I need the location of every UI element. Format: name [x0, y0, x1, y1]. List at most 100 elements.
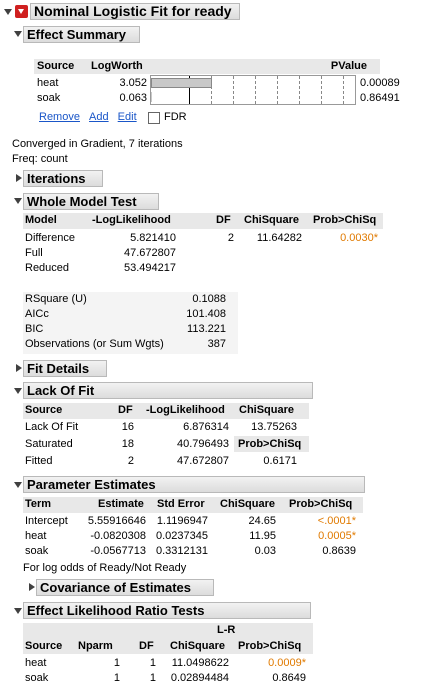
expand-covariance-icon[interactable]	[29, 583, 35, 591]
logworth-bar-chart	[150, 75, 356, 105]
pe-row-prob: <.0001*	[317, 515, 356, 527]
pe-row-term: Intercept	[25, 515, 68, 527]
pe-row-chisq: 11.95	[249, 530, 276, 542]
lof-row-df: 18	[121, 438, 134, 450]
report-title[interactable]: Nominal Logistic Fit for ready	[30, 3, 240, 20]
wm-row-model: Difference	[25, 232, 75, 244]
converged-text: Converged in Gradient, 7 iterations	[12, 138, 183, 150]
es-row-pvalue: 0.86491	[360, 92, 400, 104]
lr-row-chisq: 11.0498622	[171, 657, 229, 669]
parameter-estimates-header[interactable]: Parameter Estimates	[23, 476, 365, 493]
pe-row-stderr: 1.1196947	[156, 515, 208, 527]
fdr-label: FDR	[164, 111, 187, 123]
lr-row-prob: 0.8649	[272, 672, 306, 684]
lack-of-fit-header[interactable]: Lack Of Fit	[23, 382, 313, 399]
wm-row-df: 2	[227, 232, 234, 244]
pe-row-term: heat	[25, 530, 47, 542]
lr-row-source: heat	[25, 657, 47, 669]
red-triangle-menu-icon[interactable]	[15, 5, 28, 18]
pe-col-term: Term	[25, 498, 52, 510]
wm-row-model: Full	[25, 247, 43, 259]
lr-col-df: DF	[139, 640, 154, 652]
fdr-checkbox[interactable]	[148, 112, 160, 124]
col-source: Source	[37, 60, 75, 72]
log-odds-note: For log odds of Ready/Not Ready	[23, 562, 187, 574]
covariance-header[interactable]: Covariance of Estimates	[36, 579, 214, 596]
lr-col-prob: Prob>ChiSq	[238, 640, 302, 652]
pe-row-estimate: -0.0820308	[90, 530, 146, 542]
pe-row-estimate: -0.0567713	[90, 545, 146, 557]
wm-col-prob: Prob>ChiSq	[313, 214, 377, 226]
effect-summary-table: Source LogWorth PValue heat 3.052 0.0008…	[34, 59, 400, 107]
wm-row-chisq: 11.64282	[256, 232, 302, 244]
expand-iterations-icon[interactable]	[16, 174, 22, 182]
pe-col-chisq: ChiSquare	[220, 498, 276, 510]
pe-row-stderr: 0.3312131	[156, 545, 208, 557]
es-row-source: soak	[37, 92, 61, 104]
fit-details-header[interactable]: Fit Details	[23, 360, 107, 377]
expand-fit-details-icon[interactable]	[16, 364, 22, 372]
lof-row-source: Saturated	[25, 438, 73, 450]
lr-col-chisq: ChiSquare	[170, 640, 226, 652]
lof-row-prob: 0.6171	[263, 455, 297, 467]
edit-button[interactable]: Edit	[118, 111, 137, 123]
wm-row-loglik: 5.821410	[130, 232, 176, 244]
lof-row-df: 2	[127, 455, 134, 467]
wm-col-df: DF	[216, 214, 231, 226]
pe-col-stderr: Std Error	[157, 498, 205, 510]
stat-label: AICc	[25, 308, 49, 320]
pe-row-prob: 0.0005*	[318, 530, 356, 542]
lr-row-df: 1	[149, 672, 156, 684]
lr-row-prob: 0.0009*	[268, 657, 306, 669]
collapse-whole-model-icon[interactable]	[14, 198, 22, 204]
collapse-title-icon[interactable]	[4, 9, 12, 15]
lr-col-nparm: Nparm	[78, 640, 113, 652]
lof-row-loglik: 40.796493	[177, 438, 229, 450]
lr-col-source: Source	[25, 640, 63, 652]
lr-row-df: 1	[149, 657, 156, 669]
stat-value: 113.221	[187, 323, 226, 335]
stat-label: Observations (or Sum Wgts)	[25, 338, 164, 350]
wm-row-prob: 0.0030*	[340, 232, 378, 244]
lof-col-loglik: -LogLikelihood	[146, 404, 225, 416]
col-logworth: LogWorth	[91, 60, 143, 72]
collapse-parameter-estimates-icon[interactable]	[14, 482, 22, 488]
stat-value: 387	[207, 338, 226, 350]
effect-summary-header[interactable]: Effect Summary	[23, 26, 140, 43]
wm-col-loglik: -LogLikelihood	[92, 214, 171, 226]
wm-col-model: Model	[25, 214, 57, 226]
lof-col-prob: Prob>ChiSq	[238, 438, 302, 450]
remove-button[interactable]: Remove	[39, 111, 80, 123]
lof-row-source: Fitted	[25, 455, 53, 467]
pe-row-prob: 0.8639	[322, 545, 356, 557]
stat-label: RSquare (U)	[25, 293, 87, 305]
iterations-header[interactable]: Iterations	[23, 170, 103, 187]
effect-actions: Remove Add Edit	[39, 111, 137, 123]
logworth-bar-soak	[151, 92, 152, 102]
wm-row-model: Reduced	[25, 262, 70, 274]
lr-row-source: soak	[25, 672, 49, 684]
pe-col-prob: Prob>ChiSq	[289, 498, 353, 510]
lof-row-chisq: 13.75263	[251, 421, 297, 433]
lof-col-source: Source	[25, 404, 63, 416]
collapse-lack-of-fit-icon[interactable]	[14, 388, 22, 394]
lr-row-chisq: 0.02894484	[170, 672, 229, 684]
pe-row-stderr: 0.0237345	[156, 530, 208, 542]
collapse-effect-lr-icon[interactable]	[14, 608, 22, 614]
effect-lr-header[interactable]: Effect Likelihood Ratio Tests	[23, 602, 311, 619]
es-row-source: heat	[37, 77, 59, 89]
es-row-pvalue: 0.00089	[360, 77, 400, 89]
lof-col-df: DF	[118, 404, 133, 416]
whole-model-header[interactable]: Whole Model Test	[23, 193, 159, 210]
add-button[interactable]: Add	[89, 111, 109, 123]
lr-row-nparm: 1	[113, 672, 120, 684]
stat-label: BIC	[25, 323, 44, 335]
lr-col-lr: L-R	[217, 624, 236, 636]
lr-row-nparm: 1	[113, 657, 120, 669]
wm-col-chisq: ChiSquare	[244, 214, 300, 226]
lof-row-source: Lack Of Fit	[25, 421, 79, 433]
stat-value: 101.408	[186, 308, 226, 320]
collapse-effect-summary-icon[interactable]	[14, 31, 22, 37]
stat-value: 0.1088	[192, 293, 226, 305]
lof-row-loglik: 47.672807	[177, 455, 229, 467]
